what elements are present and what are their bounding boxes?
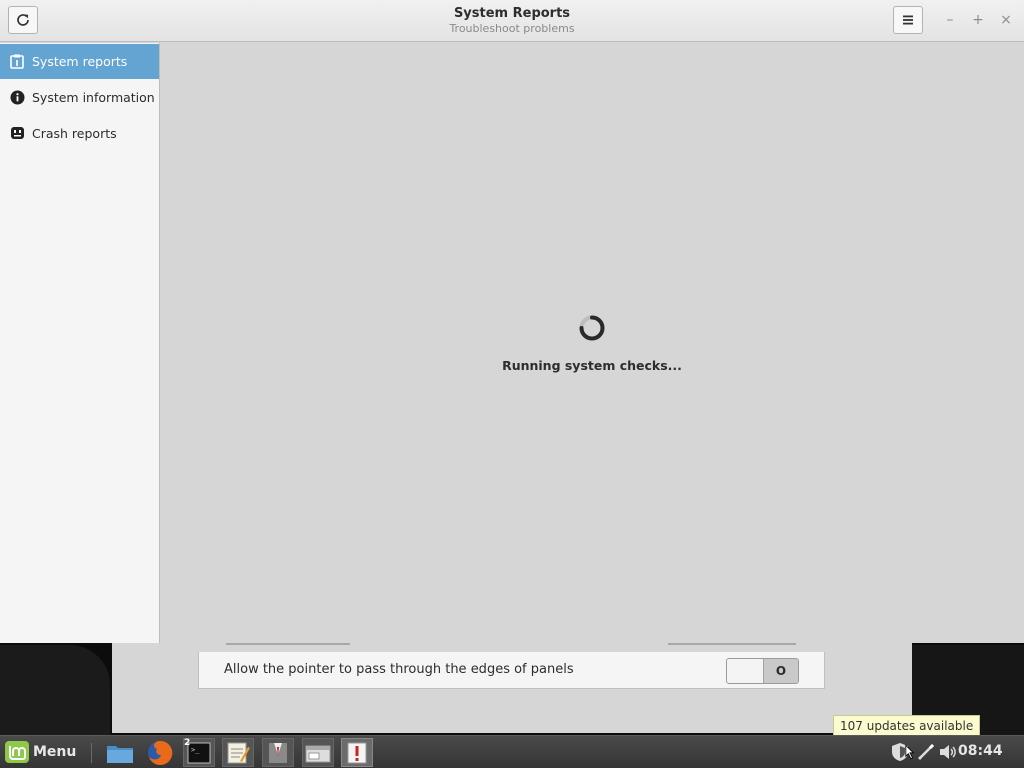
window-list-button[interactable]	[302, 738, 334, 767]
warning-report-icon	[347, 742, 367, 763]
reload-button[interactable]	[8, 6, 38, 34]
system-reports-window: System Reports Troubleshoot problems – +…	[0, 0, 1024, 643]
spinner-icon	[579, 315, 605, 341]
settings-row-label: Allow the pointer to pass through the ed…	[224, 662, 574, 677]
pointer-pass-toggle[interactable]: O	[726, 658, 799, 684]
terminal-badge: 2	[184, 738, 191, 748]
main-content	[160, 43, 1024, 643]
window-icon	[305, 745, 331, 762]
hamburger-icon	[903, 15, 913, 25]
text-editor-icon	[227, 742, 250, 763]
system-reports-window-button[interactable]	[341, 738, 373, 767]
clock[interactable]: 08:44	[958, 743, 1003, 759]
text-editor-window-button[interactable]	[222, 738, 254, 767]
sidebar-item-label: Crash reports	[32, 126, 117, 141]
crash-icon	[9, 126, 25, 142]
minimize-button[interactable]: –	[940, 10, 960, 30]
titlebar: System Reports Troubleshoot problems – +…	[0, 0, 1024, 42]
svg-text:>_: >_	[191, 746, 200, 754]
start-menu-button[interactable]: Menu	[4, 739, 76, 765]
sidebar-item-system-reports[interactable]: System reports	[0, 44, 159, 79]
mint-logo-icon	[5, 741, 29, 763]
updates-tooltip: 107 updates available	[833, 715, 981, 736]
taskbar-separator	[91, 743, 92, 763]
files-launcher[interactable]	[104, 738, 136, 767]
firefox-icon	[148, 740, 173, 765]
menu-button[interactable]	[893, 6, 923, 34]
mouse-cursor-icon	[905, 743, 915, 761]
menu-label: Menu	[33, 744, 77, 760]
window-title: System Reports	[453, 6, 571, 21]
settings-suit-icon	[269, 742, 287, 763]
report-icon	[9, 54, 25, 70]
terminal-icon: >_	[187, 742, 211, 763]
toggle-off-indicator: O	[764, 659, 798, 683]
system-settings-window-button[interactable]	[262, 738, 294, 767]
system-tray	[889, 740, 959, 764]
close-button[interactable]: ×	[996, 10, 1016, 30]
network-icon[interactable]	[915, 743, 937, 761]
sidebar-item-label: System reports	[32, 54, 128, 69]
title-area: System Reports Troubleshoot problems	[312, 6, 712, 36]
window-subtitle: Troubleshoot problems	[449, 22, 575, 35]
firefox-launcher[interactable]	[144, 738, 176, 767]
background-slider-track	[226, 643, 350, 645]
reload-icon	[17, 14, 29, 26]
sidebar-item-system-information[interactable]: System information	[0, 80, 159, 115]
sidebar: System reports System information Crash …	[0, 43, 160, 643]
info-icon	[9, 90, 25, 106]
volume-icon[interactable]	[937, 744, 959, 760]
folder-icon	[107, 745, 133, 763]
status-text: Running system checks...	[502, 358, 682, 373]
maximize-button[interactable]: +	[968, 10, 988, 30]
sidebar-item-crash-reports[interactable]: Crash reports	[0, 116, 159, 151]
toggle-track	[727, 659, 764, 683]
background-slider-track	[668, 643, 796, 645]
desktop-wallpaper-shape	[0, 645, 110, 735]
sidebar-item-label: System information	[32, 90, 155, 105]
taskbar: Menu >_	[0, 735, 1024, 768]
